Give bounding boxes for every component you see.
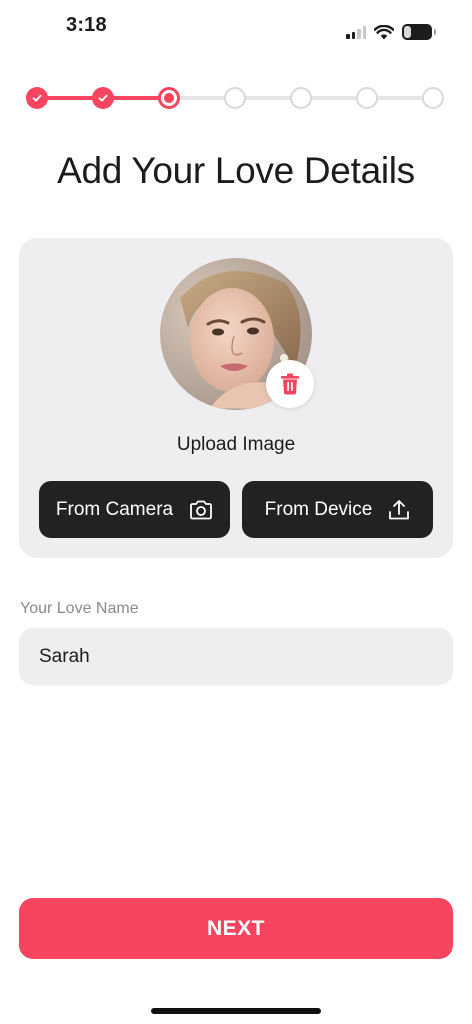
battery-icon: 22 — [402, 24, 436, 40]
check-icon — [32, 94, 42, 102]
next-button[interactable]: NEXT — [19, 898, 453, 959]
upload-image-label: Upload Image — [176, 434, 296, 455]
step-6-pending — [356, 87, 378, 109]
status-time: 3:18 — [66, 14, 107, 36]
love-name-input[interactable] — [19, 628, 453, 685]
signal-icon — [346, 25, 366, 39]
status-icons: 22 — [346, 24, 436, 40]
love-name-label: Your Love Name — [20, 600, 139, 617]
from-device-button[interactable]: From Device — [242, 481, 433, 538]
battery-level: 22 — [410, 26, 424, 38]
step-7-pending — [422, 87, 444, 109]
delete-photo-button[interactable] — [266, 360, 314, 408]
trash-icon — [281, 373, 299, 395]
step-5-pending — [290, 87, 312, 109]
progress-stepper — [26, 84, 446, 112]
step-1-completed — [26, 87, 48, 109]
page-title: Add Your Love Details — [57, 150, 415, 191]
step-3-current — [158, 87, 180, 109]
avatar-container — [160, 258, 314, 410]
upload-icon — [389, 499, 410, 519]
status-bar: 3:18 22 — [0, 0, 472, 54]
camera-icon — [190, 500, 212, 519]
step-2-completed — [92, 87, 114, 109]
wifi-icon — [374, 24, 394, 39]
from-device-label: From Device — [264, 498, 373, 520]
from-camera-label: From Camera — [55, 498, 174, 520]
upload-card: Upload Image From Camera From Device — [19, 238, 453, 558]
from-camera-button[interactable]: From Camera — [39, 481, 230, 538]
home-indicator — [151, 1008, 321, 1014]
step-4-pending — [224, 87, 246, 109]
check-icon — [98, 94, 108, 102]
battery-level-fill — [404, 26, 411, 38]
